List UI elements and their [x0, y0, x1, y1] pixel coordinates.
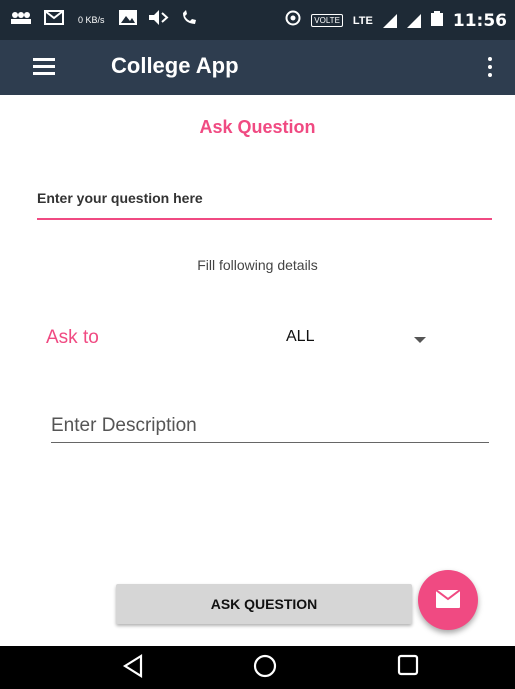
net-speed-text: 0 KB/s: [78, 14, 105, 25]
dropdown-arrow-icon: [414, 337, 426, 343]
call-notification-icon: [181, 10, 199, 30]
volte-badge: VOLTE: [311, 14, 343, 27]
mail-icon: [436, 590, 460, 608]
status-bar: 0 KB/s VOLTE LTE 11:56: [0, 0, 515, 40]
system-nav-bar: [0, 646, 515, 689]
signal-strength-2-icon: [406, 13, 421, 28]
status-right-icons: VOLTE LTE 11:56: [285, 10, 507, 31]
hamburger-menu-icon[interactable]: [33, 58, 55, 76]
description-input[interactable]: [51, 410, 489, 443]
mail-notification-icon: [44, 10, 64, 30]
back-icon[interactable]: [122, 654, 144, 683]
status-left-icons: 0 KB/s: [10, 10, 199, 30]
signal-strength-icon: [382, 13, 397, 28]
status-time: 11:56: [452, 10, 507, 31]
fill-details-text: Fill following details: [197, 257, 318, 273]
more-vert-icon[interactable]: [487, 56, 493, 78]
contacts-notification-icon: [10, 11, 32, 30]
sound-notification-icon: [148, 10, 169, 30]
lte-indicator: LTE: [352, 14, 373, 27]
ask-to-selected-value: ALL: [286, 328, 315, 345]
page-title: Ask Question: [199, 117, 316, 137]
app-title: College App: [111, 53, 239, 78]
question-input[interactable]: [37, 178, 492, 220]
battery-icon: [430, 10, 443, 31]
mail-fab-button[interactable]: [418, 570, 478, 630]
hotspot-icon: [285, 10, 301, 31]
image-notification-icon: [118, 10, 137, 30]
ask-to-label: Ask to: [46, 327, 99, 348]
recents-icon[interactable]: [397, 654, 419, 681]
home-icon[interactable]: [253, 654, 277, 683]
app-bar: College App: [0, 40, 515, 95]
ask-to-dropdown[interactable]: ALL: [286, 322, 436, 356]
ask-question-button[interactable]: ASK QUESTION: [116, 584, 412, 624]
